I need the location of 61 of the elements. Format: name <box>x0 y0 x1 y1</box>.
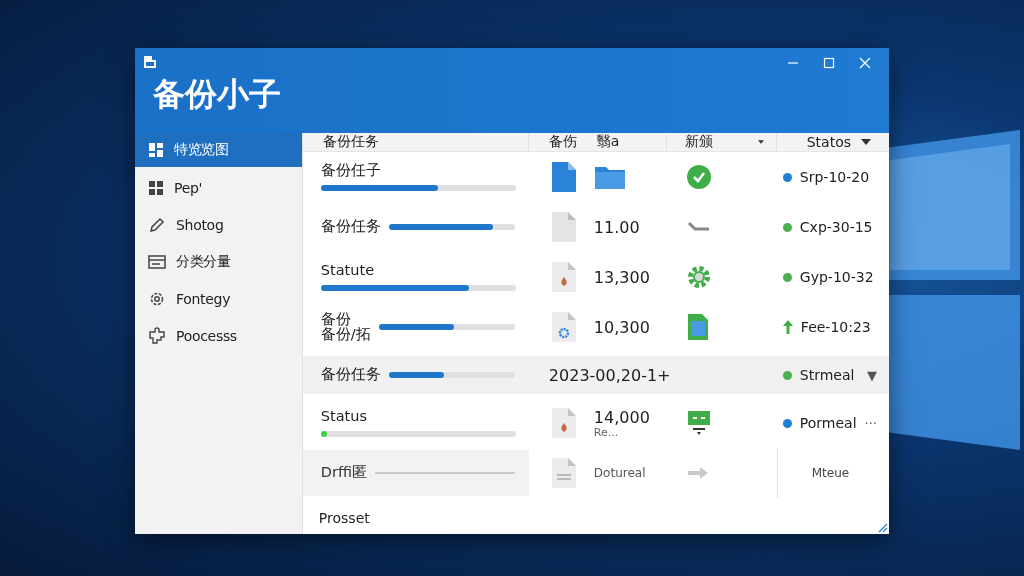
column-header[interactable]: 新颁 <box>666 133 777 151</box>
status-text: Fee-10:23 <box>800 319 871 335</box>
gear-file-icon <box>550 311 577 343</box>
table-row[interactable]: 备份 备份/拓 10,300 Fee-10:23 <box>302 302 889 352</box>
text-file-icon <box>550 457 577 489</box>
row-menu-button[interactable]: ··· <box>864 415 877 431</box>
table-row[interactable]: 备份任务 2023-00,20-1+ Strmeal ▼ <box>302 356 889 394</box>
status-text: Gyp-10-32 <box>799 269 874 285</box>
size-text: 10,300 <box>593 317 651 337</box>
task-name: 备份任务 <box>320 367 381 383</box>
task-name: 备份/拓 <box>320 327 371 343</box>
status-text: Mteue <box>811 466 850 480</box>
task-name: 备份任务 <box>320 219 381 235</box>
sidebar-item[interactable]: Fontegy <box>135 280 302 317</box>
card-icon <box>148 253 166 270</box>
column-header[interactable]: Statos <box>776 133 889 151</box>
file-icon <box>550 211 577 243</box>
sidebar-item[interactable]: Pep' <box>135 169 302 206</box>
sidebar-item[interactable]: Poocesss <box>135 317 302 354</box>
table-row[interactable]: 备份任子 Srp-10-20 <box>302 152 889 202</box>
file-icon <box>686 313 709 341</box>
status-text: Cxp-30-15 <box>799 219 873 235</box>
date-text: 2023-00,20-1+ <box>548 365 672 385</box>
file-icon <box>550 161 577 193</box>
grid-icon <box>148 179 164 196</box>
sidebar-item[interactable]: Shotog <box>135 206 302 243</box>
gear-icon <box>686 265 711 289</box>
note-text: Re... <box>593 427 620 438</box>
flame-file-icon <box>550 407 577 439</box>
status-text: Strmeal <box>799 367 855 383</box>
size-text: 11.00 <box>593 217 641 237</box>
size-text: 13,300 <box>593 267 651 287</box>
footer-text: Prosset <box>317 509 371 528</box>
row-menu-button[interactable]: ▼ <box>867 367 877 383</box>
task-name: Status <box>320 409 369 425</box>
sidebar-item[interactable]: 分类分量 <box>135 243 302 280</box>
column-header[interactable]: 备伤 <box>528 133 577 151</box>
app-icon <box>143 56 157 68</box>
resize-grip-icon[interactable] <box>878 523 888 533</box>
size-text: Dotureal <box>593 466 647 480</box>
table-row[interactable]: Statute 13,300 Gyp-10-32 <box>302 252 889 302</box>
status-text: Srp-10-20 <box>799 169 870 185</box>
folder-icon <box>593 164 626 190</box>
size-text: 14,000 <box>593 408 651 427</box>
table-row[interactable]: Status 14,000 Re... Pormeal ··· <box>302 398 889 448</box>
flame-file-icon <box>550 261 577 293</box>
task-name: 备份任子 <box>320 163 382 179</box>
pencil-icon <box>148 215 166 234</box>
column-header[interactable]: 备份任务 <box>302 133 529 151</box>
arrow-icon <box>686 467 709 479</box>
column-header[interactable]: 翳a <box>576 133 667 151</box>
check-icon <box>686 165 711 189</box>
status-text: Pormeal <box>799 415 857 431</box>
task-name: Drffi匿 <box>320 465 367 481</box>
dashboard-icon <box>148 142 164 158</box>
window-title: 备份小子 <box>153 74 281 114</box>
table-row[interactable]: 备份任务 11.00 Cxp-30-15 <box>302 202 889 252</box>
sidebar-item[interactable]: 特览览图 <box>135 133 302 167</box>
monitor-icon <box>686 410 711 436</box>
task-name: 备份 <box>320 311 352 327</box>
task-name: Statute <box>320 263 376 279</box>
